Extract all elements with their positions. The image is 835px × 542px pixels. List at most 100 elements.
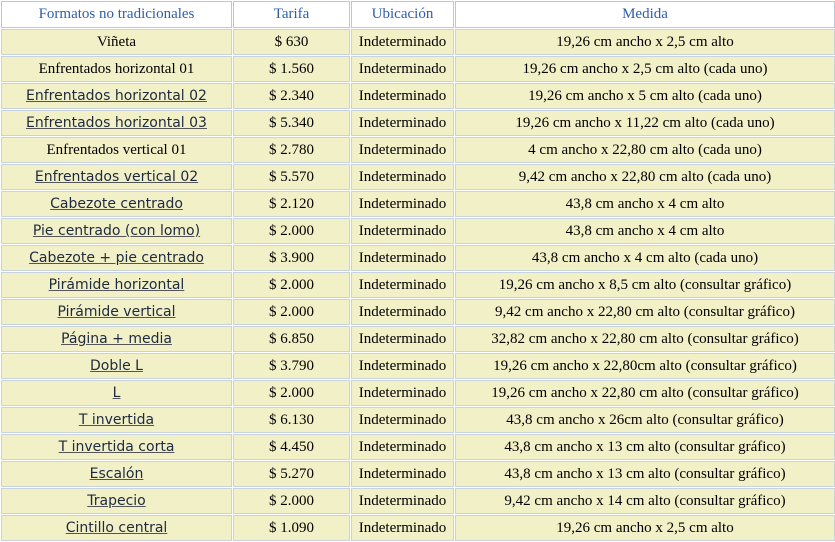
table-row: Trapecio $ 2.000 Indeterminado 9,42 cm anch… <box>1 488 835 514</box>
format-name-text[interactable]: Cabezote centrado <box>50 196 183 212</box>
location-cell: Indeterminado <box>351 83 454 109</box>
location-cell: Indeterminado <box>351 137 454 163</box>
size-cell: 9,42 cm ancho x 14 cm alto (consultar gr… <box>455 488 835 514</box>
size-cell: 19,26 cm ancho x 22,80cm alto (consultar… <box>455 353 835 379</box>
size-cell: 43,8 cm ancho x 4 cm alto <box>455 218 835 244</box>
table-row: Doble L $ 3.790 Indeterminado 19,26 cm anch… <box>1 353 835 379</box>
size-cell: 43,8 cm ancho x 26cm alto (consultar grá… <box>455 407 835 433</box>
location-cell: Indeterminado <box>351 56 454 82</box>
header-location: Ubicación <box>351 1 454 28</box>
location-cell: Indeterminado <box>351 353 454 379</box>
format-name-link[interactable]: Enfrentados horizontal 03 <box>1 110 232 136</box>
table-row: Pirámide horizontal $ 2.000 Indeterminado 1… <box>1 272 835 298</box>
format-name-link[interactable]: T invertida corta <box>1 434 232 460</box>
price-cell: $ 2.000 <box>233 272 350 298</box>
header-size: Medida <box>455 1 835 28</box>
format-name-link[interactable]: Escalón <box>1 461 232 487</box>
table-row: Página + media $ 6.850 Indeterminado 32,82 … <box>1 326 835 352</box>
table-row: T invertida corta $ 4.450 Indeterminado 43,… <box>1 434 835 460</box>
format-name: Enfrentados horizontal 01 <box>1 56 232 82</box>
location-cell: Indeterminado <box>351 299 454 325</box>
price-cell: $ 2.000 <box>233 488 350 514</box>
format-name-text[interactable]: Cintillo central <box>66 520 168 536</box>
format-name-text[interactable]: Pirámide vertical <box>57 304 175 320</box>
size-cell: 19,26 cm ancho x 2,5 cm alto <box>455 515 835 541</box>
size-cell: 43,8 cm ancho x 13 cm alto (consultar gr… <box>455 461 835 487</box>
format-name-link[interactable]: Pie centrado (con lomo) <box>1 218 232 244</box>
location-cell: Indeterminado <box>351 407 454 433</box>
format-name-link[interactable]: Pirámide horizontal <box>1 272 232 298</box>
format-name-link[interactable]: Página + media <box>1 326 232 352</box>
table-row: Cabezote centrado $ 2.120 Indeterminado 43,… <box>1 191 835 217</box>
price-cell: $ 5.340 <box>233 110 350 136</box>
price-cell: $ 1.090 <box>233 515 350 541</box>
format-name: Viñeta <box>1 29 232 55</box>
price-cell: $ 2.000 <box>233 380 350 406</box>
size-cell: 19,26 cm ancho x 22,80 cm alto (consulta… <box>455 380 835 406</box>
size-cell: 9,42 cm ancho x 22,80 cm alto (cada uno) <box>455 164 835 190</box>
size-cell: 43,8 cm ancho x 4 cm alto (cada uno) <box>455 245 835 271</box>
location-cell: Indeterminado <box>351 164 454 190</box>
table-row: Cabezote + pie centrado $ 3.900 Indetermin… <box>1 245 835 271</box>
location-cell: Indeterminado <box>351 29 454 55</box>
format-name-link[interactable]: Enfrentados horizontal 02 <box>1 83 232 109</box>
price-cell: $ 2.340 <box>233 83 350 109</box>
format-name-link[interactable]: Pirámide vertical <box>1 299 232 325</box>
format-name-text[interactable]: L <box>113 385 121 401</box>
header-row: Formatos no tradicionales Tarifa Ubicaci… <box>1 1 835 28</box>
table-row: Enfrentados horizontal 03 $ 5.340 Indeterm… <box>1 110 835 136</box>
format-name-text[interactable]: Enfrentados horizontal 03 <box>26 115 207 131</box>
price-cell: $ 6.130 <box>233 407 350 433</box>
price-cell: $ 3.790 <box>233 353 350 379</box>
size-cell: 19,26 cm ancho x 11,22 cm alto (cada uno… <box>455 110 835 136</box>
format-name-link[interactable]: L <box>1 380 232 406</box>
table-row: T invertida $ 6.130 Indeterminado 43,8 cm a… <box>1 407 835 433</box>
price-cell: $ 630 <box>233 29 350 55</box>
format-name-link[interactable]: Trapecio <box>1 488 232 514</box>
size-cell: 19,26 cm ancho x 2,5 cm alto <box>455 29 835 55</box>
format-name-link[interactable]: Cintillo central <box>1 515 232 541</box>
rates-table: Formatos no tradicionales Tarifa Ubicaci… <box>0 0 835 542</box>
format-name-text[interactable]: Enfrentados vertical 02 <box>35 169 198 185</box>
format-name-text[interactable]: Trapecio <box>87 493 145 509</box>
size-cell: 43,8 cm ancho x 4 cm alto <box>455 191 835 217</box>
table-row: Viñeta $ 630 Indeterminado 19,26 cm ancho x… <box>1 29 835 55</box>
format-name-text[interactable]: Pirámide horizontal <box>49 277 185 293</box>
format-name-text[interactable]: Doble L <box>90 358 143 374</box>
price-cell: $ 2.780 <box>233 137 350 163</box>
format-name-link[interactable]: Cabezote centrado <box>1 191 232 217</box>
location-cell: Indeterminado <box>351 461 454 487</box>
table-row: Pirámide vertical $ 2.000 Indeterminado 9,4… <box>1 299 835 325</box>
format-name-text[interactable]: Enfrentados horizontal 02 <box>26 88 207 104</box>
size-cell: 32,82 cm ancho x 22,80 cm alto (consulta… <box>455 326 835 352</box>
format-name-text: Enfrentados horizontal 01 <box>38 60 195 77</box>
location-cell: Indeterminado <box>351 110 454 136</box>
format-name-link[interactable]: Enfrentados vertical 02 <box>1 164 232 190</box>
format-name-text[interactable]: T invertida corta <box>59 439 175 455</box>
table-row: Enfrentados vertical 01 $ 2.780 Indetermin… <box>1 137 835 163</box>
format-name-text[interactable]: Cabezote + pie centrado <box>29 250 204 266</box>
size-cell: 19,26 cm ancho x 2,5 cm alto (cada uno) <box>455 56 835 82</box>
table-row: Enfrentados vertical 02 $ 5.570 Indetermin… <box>1 164 835 190</box>
format-name-text[interactable]: Página + media <box>61 331 172 347</box>
format-name-link[interactable]: Doble L <box>1 353 232 379</box>
location-cell: Indeterminado <box>351 515 454 541</box>
size-cell: 19,26 cm ancho x 5 cm alto (cada uno) <box>455 83 835 109</box>
table-row: Escalón $ 5.270 Indeterminado 43,8 cm ancho… <box>1 461 835 487</box>
location-cell: Indeterminado <box>351 272 454 298</box>
size-cell: 4 cm ancho x 22,80 cm alto (cada uno) <box>455 137 835 163</box>
format-name-text: Viñeta <box>96 33 137 50</box>
location-cell: Indeterminado <box>351 191 454 217</box>
table-row: Enfrentados horizontal 01 $ 1.560 Indeterm… <box>1 56 835 82</box>
format-name-link[interactable]: T invertida <box>1 407 232 433</box>
format-name-link[interactable]: Cabezote + pie centrado <box>1 245 232 271</box>
price-cell: $ 5.270 <box>233 461 350 487</box>
format-name-text[interactable]: Escalón <box>90 466 144 482</box>
price-cell: $ 2.120 <box>233 191 350 217</box>
location-cell: Indeterminado <box>351 488 454 514</box>
location-cell: Indeterminado <box>351 326 454 352</box>
format-name-text[interactable]: T invertida <box>79 412 154 428</box>
format-name-text[interactable]: Pie centrado (con lomo) <box>33 223 200 239</box>
size-cell: 43,8 cm ancho x 13 cm alto (consultar gr… <box>455 434 835 460</box>
header-format: Formatos no tradicionales <box>1 1 232 28</box>
